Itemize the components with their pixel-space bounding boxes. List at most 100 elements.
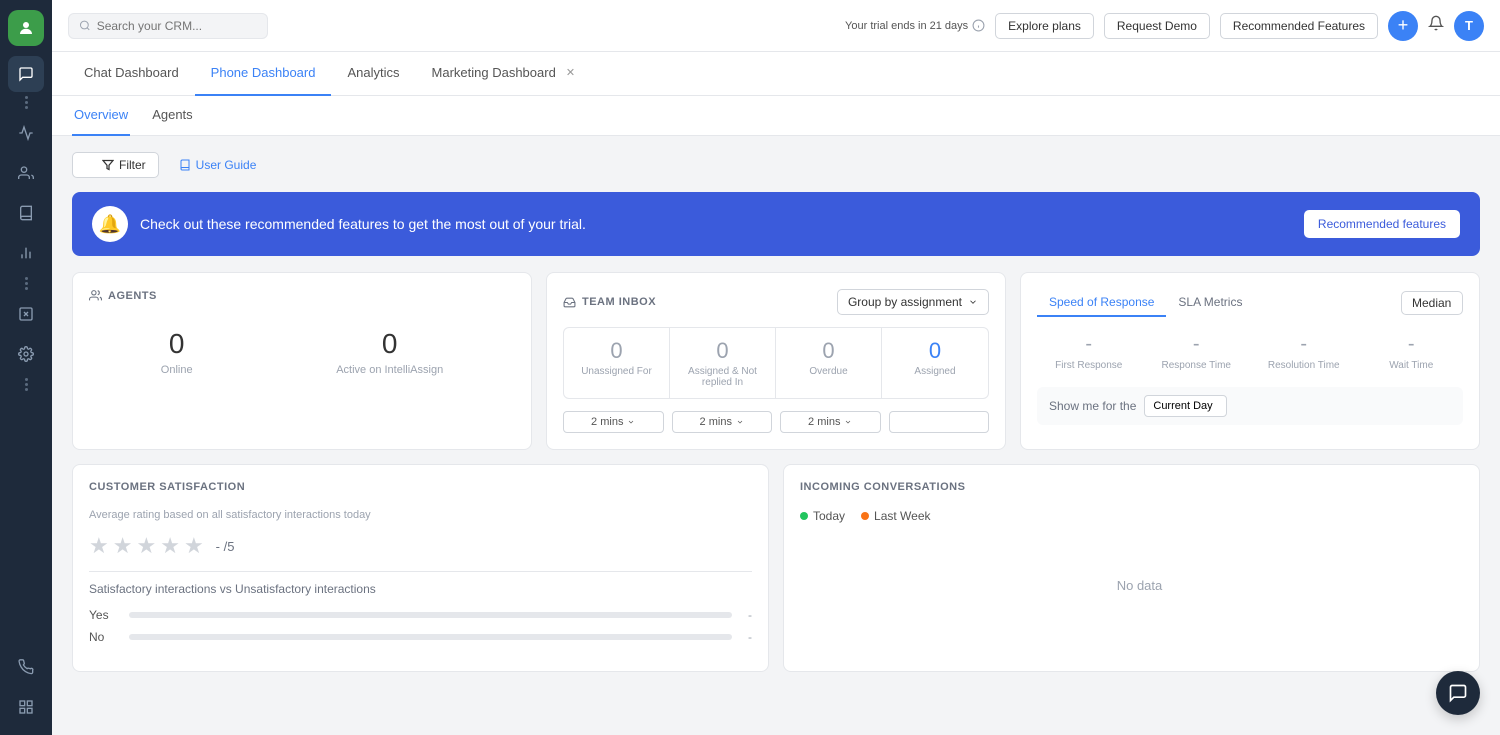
sor-tabs: Speed of Response SLA Metrics <box>1037 289 1254 317</box>
chart-container: No. of conversations No data <box>800 535 1463 655</box>
sub-tab-agents[interactable]: Agents <box>150 96 194 136</box>
inbox-dropdowns: 2 mins 2 mins 2 mins <box>563 411 989 433</box>
explore-plans-button[interactable]: Explore plans <box>995 13 1094 39</box>
agents-active: 0 Active on IntelliAssign <box>336 328 443 376</box>
inbox-dropdown-0[interactable]: 2 mins <box>563 411 664 433</box>
inbox-metric-overdue: 0 Overdue <box>776 328 882 398</box>
user-guide-button[interactable]: User Guide <box>171 153 265 177</box>
legend-last-week: Last Week <box>861 509 930 523</box>
csat-title: CUSTOMER SATISFACTION <box>89 481 752 493</box>
avatar[interactable]: T <box>1454 11 1484 41</box>
topbar-right: Your trial ends in 21 days Explore plans… <box>845 11 1484 41</box>
inbox-icon <box>563 296 576 309</box>
topbar: Your trial ends in 21 days Explore plans… <box>52 0 1500 52</box>
request-demo-button[interactable]: Request Demo <box>1104 13 1210 39</box>
period-select[interactable]: Current Day Last 7 Days Last 30 Days <box>1144 395 1227 417</box>
show-me-row: Show me for the Current Day Last 7 Days … <box>1037 387 1463 425</box>
sidebar-icon-books[interactable] <box>8 195 44 231</box>
no-data-text: No data <box>1117 578 1163 593</box>
chevron-icon-0 <box>627 418 635 426</box>
group-by-select[interactable]: Group by assignment <box>837 289 989 315</box>
agents-title: AGENTS <box>89 289 515 302</box>
tabs-bar: Chat Dashboard Phone Dashboard Analytics… <box>52 52 1500 96</box>
sub-tabs: Overview Agents <box>52 96 1500 136</box>
agents-card: AGENTS 0 Online 0 Active on IntelliAssig… <box>72 272 532 450</box>
incoming-title: INCOMING CONVERSATIONS <box>800 481 1463 493</box>
team-inbox-card: TEAM INBOX Group by assignment 0 Unassig… <box>546 272 1006 450</box>
star-3: ★ <box>136 533 156 559</box>
csat-subtitle: Average rating based on all satisfactory… <box>89 509 752 521</box>
median-select[interactable]: Median <box>1401 291 1463 315</box>
toolbar: Filter User Guide <box>72 152 1480 178</box>
banner: 🔔 Check out these recommended features t… <box>72 192 1480 256</box>
inbox-dropdown-2[interactable]: 2 mins <box>780 411 881 433</box>
team-inbox-title: TEAM INBOX <box>563 296 656 309</box>
search-input[interactable] <box>97 19 257 33</box>
chevron-down-icon <box>968 297 978 307</box>
tab-phone[interactable]: Phone Dashboard <box>195 52 332 96</box>
sidebar <box>0 0 52 735</box>
inbox-dropdown-1[interactable]: 2 mins <box>672 411 773 433</box>
sor-resolution-time: - Resolution Time <box>1252 333 1356 371</box>
banner-recommended-button[interactable]: Recommended features <box>1304 210 1460 238</box>
sidebar-icon-grid[interactable] <box>8 689 44 725</box>
sor-tab-speed[interactable]: Speed of Response <box>1037 289 1166 317</box>
tab-close-marketing[interactable]: ✕ <box>566 66 575 79</box>
brand-icon[interactable] <box>8 10 44 46</box>
divider <box>89 571 752 572</box>
sidebar-dots-2 <box>25 277 28 290</box>
sidebar-icon-reports[interactable] <box>8 115 44 151</box>
chevron-icon-2 <box>844 418 852 426</box>
tab-chat[interactable]: Chat Dashboard <box>68 52 195 96</box>
star-1: ★ <box>89 533 109 559</box>
sidebar-icon-analytics[interactable] <box>8 235 44 271</box>
legend-dot-lastweek <box>861 512 869 520</box>
sub-tab-overview[interactable]: Overview <box>72 96 130 136</box>
banner-icon: 🔔 <box>92 206 128 242</box>
trial-text: Your trial ends in 21 days <box>845 19 985 32</box>
sor-wait-time: - Wait Time <box>1360 333 1464 371</box>
sidebar-icon-settings[interactable] <box>8 336 44 372</box>
sat-row-yes: Yes - <box>89 608 752 622</box>
sor-first-response: - First Response <box>1037 333 1141 371</box>
sidebar-icon-notifications[interactable] <box>8 296 44 332</box>
star-2: ★ <box>113 533 133 559</box>
bottom-row: CUSTOMER SATISFACTION Average rating bas… <box>72 464 1480 672</box>
search-icon <box>79 19 91 32</box>
tab-marketing[interactable]: Marketing Dashboard ✕ <box>416 52 592 96</box>
sidebar-icon-contacts[interactable] <box>8 155 44 191</box>
sidebar-icon-chat[interactable] <box>8 56 44 92</box>
book-icon <box>179 159 191 171</box>
cards-row: AGENTS 0 Online 0 Active on IntelliAssig… <box>72 272 1480 450</box>
incoming-card: INCOMING CONVERSATIONS Today Last Week N… <box>783 464 1480 672</box>
agents-metrics: 0 Online 0 Active on IntelliAssign <box>89 318 515 396</box>
search-box[interactable] <box>68 13 268 39</box>
star-5: ★ <box>184 533 204 559</box>
chevron-icon-1 <box>736 418 744 426</box>
satisfaction-sub: Satisfactory interactions vs Unsatisfact… <box>89 582 752 596</box>
sat-bar-no <box>129 634 732 640</box>
sat-row-no: No - <box>89 630 752 644</box>
funnel-icon <box>102 159 114 171</box>
tab-analytics[interactable]: Analytics <box>331 52 415 96</box>
sor-tab-sla[interactable]: SLA Metrics <box>1166 289 1254 317</box>
stars-row: ★ ★ ★ ★ ★ - /5 <box>89 533 752 559</box>
star-4: ★ <box>160 533 180 559</box>
bell-icon[interactable] <box>1428 15 1444 36</box>
inbox-metric-unassigned: 0 Unassigned For <box>564 328 670 398</box>
recommended-features-button[interactable]: Recommended Features <box>1220 13 1378 39</box>
chat-fab-icon <box>1448 683 1468 703</box>
info-icon <box>972 19 985 32</box>
filter-button[interactable]: Filter <box>72 152 159 178</box>
sidebar-icon-phone[interactable] <box>8 649 44 685</box>
banner-text: Check out these recommended features to … <box>140 216 1292 232</box>
inbox-dropdown-3[interactable] <box>889 411 990 433</box>
add-button[interactable]: + <box>1388 11 1418 41</box>
sat-bar-yes <box>129 612 732 618</box>
chat-fab[interactable] <box>1436 671 1480 715</box>
sidebar-dots-1 <box>25 96 28 109</box>
rating-text: - /5 <box>216 539 235 554</box>
legend-today: Today <box>800 509 845 523</box>
sor-card: Speed of Response SLA Metrics Median - F… <box>1020 272 1480 450</box>
main-area: Your trial ends in 21 days Explore plans… <box>52 0 1500 735</box>
